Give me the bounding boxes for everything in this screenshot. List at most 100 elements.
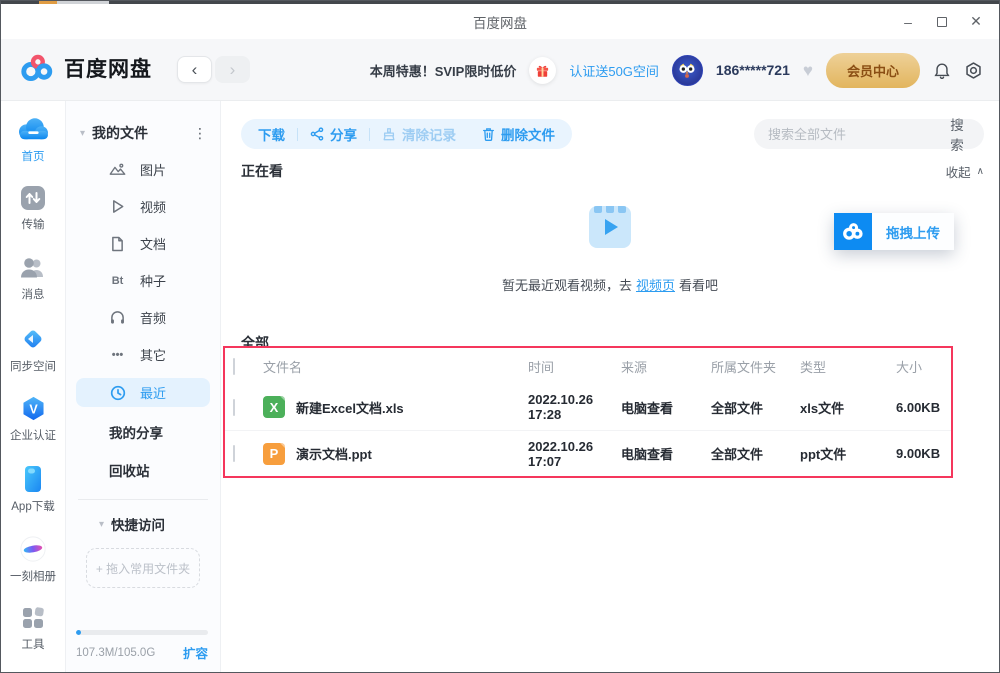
clear-records-button[interactable]: 清除记录 <box>382 124 456 144</box>
play-icon <box>109 199 126 214</box>
empty-text-suffix: 看看吧 <box>679 278 718 293</box>
expand-storage-link[interactable]: 扩容 <box>183 643 208 662</box>
row-checkbox[interactable] <box>233 399 235 416</box>
ppt-file-icon: P <box>263 443 285 465</box>
my-files-header[interactable]: ▾ 我的文件 ⋮ <box>80 123 208 143</box>
more-menu-icon[interactable]: ⋮ <box>193 125 208 142</box>
vip-level-badge-icon[interactable]: ♥ <box>803 62 813 79</box>
back-button[interactable]: ‹ <box>177 56 212 83</box>
storage-progress-fill <box>76 630 81 635</box>
vip-center-button[interactable]: 会员中心 <box>826 53 920 88</box>
sidebar-item-transfer[interactable]: 传输 <box>1 182 65 252</box>
file-nav-label: 图片 <box>140 160 166 179</box>
cert-bonus-link[interactable]: 认证送50G空间 <box>569 61 659 80</box>
clear-records-label: 清除记录 <box>402 124 456 144</box>
storage-progress-bar[interactable] <box>76 630 208 635</box>
file-nav-sidebar: ▾ 我的文件 ⋮ 图片 视频 <box>66 101 221 672</box>
action-toolbar: 下载 分享 清除记录 <box>241 119 572 149</box>
search-box[interactable]: 搜索 <box>754 119 984 149</box>
minimize-button[interactable]: – <box>891 4 925 39</box>
search-button[interactable]: 搜索 <box>944 114 970 154</box>
file-nav-item-others[interactable]: ••• 其它 <box>66 336 220 373</box>
file-table: 文件名 时间 来源 所属文件夹 类型 大小 X 新建Excel文档.xls 20… <box>223 346 953 478</box>
column-size: 大小 <box>896 357 943 376</box>
file-folder[interactable]: 全部文件 <box>711 444 800 463</box>
watching-title: 正在看 <box>241 161 283 181</box>
picture-icon <box>109 162 126 177</box>
header-right: 本周特惠！SVIP限时低价 认证送50G空间 <box>370 39 983 101</box>
table-row[interactable]: P 演示文档.ppt 2022.10.26 17:07 电脑查看 全部文件 pp… <box>225 430 951 476</box>
sidebar-item-home[interactable]: 首页 <box>1 112 65 182</box>
maximize-button[interactable] <box>925 4 959 39</box>
file-nav-item-documents[interactable]: 文档 <box>66 225 220 262</box>
home-cloud-icon <box>16 115 50 143</box>
collapse-button[interactable]: 收起 ∧ <box>946 162 984 181</box>
my-shares-link[interactable]: 我的分享 <box>66 413 220 451</box>
video-placeholder-icon[interactable] <box>589 206 631 248</box>
delete-files-button[interactable]: 删除文件 <box>482 124 555 144</box>
toolbar-divider <box>369 128 370 141</box>
file-time: 2022.10.26 17:28 <box>528 392 621 422</box>
row-checkbox[interactable] <box>233 445 235 462</box>
username[interactable]: 186*****721 <box>716 62 790 78</box>
file-nav-label: 视频 <box>140 197 166 216</box>
toolbar-row: 下载 分享 清除记录 <box>241 119 984 149</box>
sidebar-item-messages[interactable]: 消息 <box>1 252 65 322</box>
file-name[interactable]: 演示文档.ppt <box>296 444 372 463</box>
column-folder: 所属文件夹 <box>711 357 800 376</box>
play-triangle-icon <box>605 219 618 235</box>
file-type: xls文件 <box>800 398 896 417</box>
video-page-link[interactable]: 视频页 <box>636 278 675 293</box>
primary-sidebar: 首页 传输 消息 <box>1 101 66 672</box>
quick-access-header[interactable]: ▾ 快捷访问 <box>99 514 208 534</box>
sidebar-item-sync-space[interactable]: 同步空间 <box>1 322 65 392</box>
recycle-bin-link[interactable]: 回收站 <box>66 451 220 489</box>
sidebar-item-enterprise-cert[interactable]: V 企业认证 <box>1 392 65 462</box>
phone-icon <box>22 465 44 493</box>
delete-files-label: 删除文件 <box>501 124 555 144</box>
empty-state-text: 暂无最近观看视频，去视频页看看吧 <box>502 275 718 294</box>
file-folder[interactable]: 全部文件 <box>711 398 800 417</box>
maximize-icon <box>937 17 947 27</box>
caret-down-icon: ▾ <box>99 519 104 530</box>
file-name[interactable]: 新建Excel文档.xls <box>296 398 404 417</box>
column-name: 文件名 <box>263 357 528 376</box>
file-nav-item-torrents[interactable]: Bt 种子 <box>66 262 220 299</box>
file-nav-item-videos[interactable]: 视频 <box>66 188 220 225</box>
user-avatar[interactable] <box>672 55 703 86</box>
column-source: 来源 <box>621 357 711 376</box>
sidebar-item-tools[interactable]: 工具 <box>1 602 65 672</box>
drag-upload-button[interactable]: 拖拽上传 <box>834 213 954 250</box>
film-tab <box>618 206 626 213</box>
sidebar-item-photo-album[interactable]: 一刻相册 <box>1 532 65 602</box>
gift-icon[interactable] <box>529 57 556 84</box>
sidebar-item-label: 消息 <box>22 286 45 302</box>
empty-text-prefix: 暂无最近观看视频，去 <box>502 278 632 293</box>
sidebar-item-app-download[interactable]: App下载 <box>1 462 65 532</box>
select-all-checkbox[interactable] <box>233 358 235 375</box>
storage-used-text: 107.3M/105.0G <box>76 647 155 659</box>
table-row[interactable]: X 新建Excel文档.xls 2022.10.26 17:28 电脑查看 全部… <box>225 384 951 430</box>
share-label: 分享 <box>330 124 357 144</box>
clock-icon <box>109 385 126 401</box>
storage-section: 107.3M/105.0G 扩容 <box>76 630 208 662</box>
file-nav-item-pictures[interactable]: 图片 <box>66 151 220 188</box>
people-icon <box>19 255 47 281</box>
search-input[interactable] <box>768 127 944 142</box>
drop-folder-zone[interactable]: + 拖入常用文件夹 <box>86 548 200 588</box>
notification-bell-icon[interactable] <box>933 61 951 80</box>
settings-gear-icon[interactable] <box>964 61 983 80</box>
tools-grid-icon <box>20 605 46 631</box>
toolbar-divider <box>297 128 298 141</box>
close-button[interactable]: ✕ <box>959 4 993 39</box>
transfer-icon <box>20 185 46 211</box>
download-button[interactable]: 下载 <box>258 124 285 144</box>
svg-text:V: V <box>29 402 38 416</box>
header: 百度网盘 ‹ › 本周特惠！SVIP限时低价 认证送50G空间 <box>1 39 999 101</box>
window-controls: – ✕ <box>891 4 993 39</box>
share-button[interactable]: 分享 <box>310 124 357 144</box>
file-size: 9.00KB <box>896 446 943 461</box>
file-nav-item-recent[interactable]: 最近 <box>76 378 210 407</box>
file-nav-item-audio[interactable]: 音频 <box>66 299 220 336</box>
sidebar-item-label: 同步空间 <box>10 358 56 374</box>
